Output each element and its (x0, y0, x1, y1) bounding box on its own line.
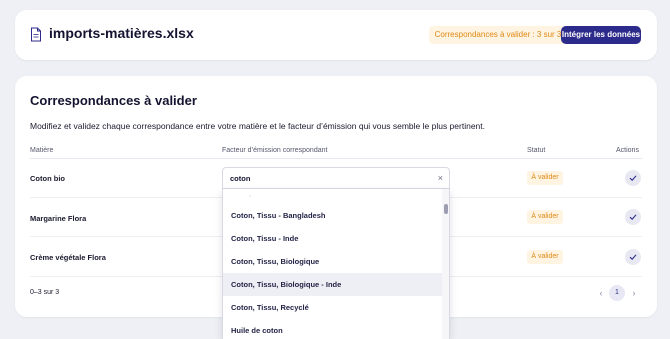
section-title: Correspondances à valider (30, 93, 197, 108)
dropdown-option[interactable]: Coton, Tissu, Biologique (223, 250, 442, 273)
status-badge: À valider (527, 171, 563, 185)
check-icon (629, 214, 637, 220)
row-matiere: Coton bio (30, 174, 65, 183)
search-query: coton (230, 174, 251, 183)
emission-factor-dropdown: ˎ Coton, Tissu - Bangladesh Coton, Tissu… (222, 189, 450, 339)
dropdown-option[interactable]: Coton, Tissu - Bangladesh (223, 204, 442, 227)
status-badge: À valider (527, 210, 563, 224)
validate-button[interactable] (625, 249, 641, 265)
pagination-info: 0–3 sur 3 (30, 289, 60, 296)
validate-button[interactable] (625, 170, 641, 186)
dropdown-option-highlighted[interactable]: Coton, Tissu, Biologique - Inde (223, 273, 442, 296)
validate-button[interactable] (625, 209, 641, 225)
section-description: Modifiez et validez chaque correspondanc… (30, 121, 485, 131)
file-header-card: imports-matières.xlsx Correspondances à … (15, 10, 657, 60)
partial-option-glyph: ˎ (249, 191, 251, 197)
status-badge: À valider (527, 250, 563, 264)
page-1-button[interactable]: 1 (609, 285, 625, 301)
pending-count-badge: Correspondances à valider : 3 sur 3 (429, 26, 567, 44)
dropdown-scrollbar[interactable] (442, 189, 449, 339)
file-icon (31, 27, 41, 42)
column-header-matiere: Matière (30, 147, 54, 154)
integrate-data-button[interactable]: Intégrer les données (561, 26, 641, 44)
dropdown-option[interactable]: Coton, Tissu, Recyclé (223, 296, 442, 319)
clear-icon[interactable]: × (438, 173, 443, 183)
next-page-button[interactable]: › (627, 286, 641, 300)
row-matiere: Margarine Flora (30, 214, 87, 223)
emission-factor-search-input[interactable]: coton × (222, 167, 450, 189)
check-icon (629, 254, 637, 260)
column-header-facteur: Facteur d’émission correspondant (222, 147, 328, 154)
row-matiere: Crème végétale Flora (30, 253, 106, 262)
file-name: imports-matières.xlsx (49, 25, 194, 41)
previous-page-button[interactable]: ‹ (594, 286, 608, 300)
header-divider (30, 158, 642, 159)
scrollbar-thumb[interactable] (444, 204, 448, 214)
dropdown-option[interactable]: Coton, Tissu - Inde (223, 227, 442, 250)
column-header-statut: Statut (527, 147, 546, 154)
check-icon (629, 175, 637, 181)
column-header-actions: Actions (616, 147, 639, 154)
dropdown-option[interactable]: Huile de coton (223, 319, 442, 339)
